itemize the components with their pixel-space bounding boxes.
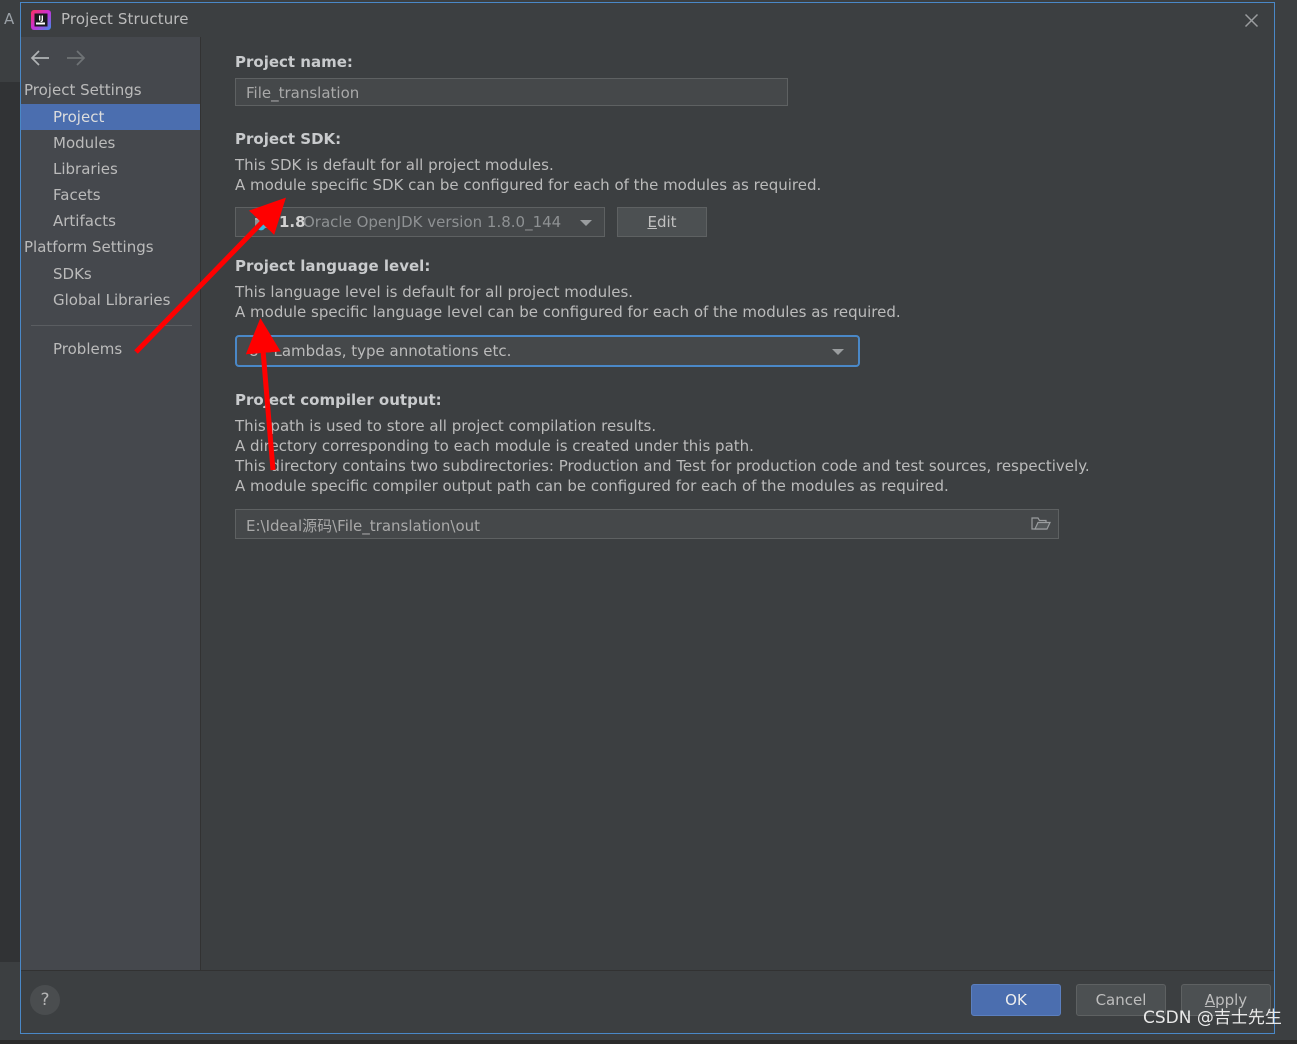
backdrop-panel: [0, 82, 20, 962]
forward-arrow-icon[interactable]: [62, 47, 88, 69]
folder-browse-icon[interactable]: [1030, 515, 1052, 533]
sidebar-item-libraries[interactable]: Libraries: [21, 156, 200, 182]
sidebar-item-sdks[interactable]: SDKs: [21, 261, 200, 287]
project-sdk-label: Project SDK:: [235, 130, 342, 148]
project-sdk-desc-line-1: This SDK is default for all project modu…: [235, 156, 554, 174]
compiler-output-field[interactable]: E:\Ideal源码\File_translation\out: [235, 509, 1059, 539]
jdk-folder-icon: [254, 214, 272, 232]
project-sdk-dropdown[interactable]: 1.8 Oracle OpenJDK version 1.8.0_144: [235, 207, 605, 237]
project-settings-panel: Project name: File_translation Project S…: [202, 37, 1274, 971]
project-sdk-version: 1.8: [279, 213, 306, 231]
close-icon[interactable]: [1236, 7, 1266, 33]
language-level-value: 8 - Lambdas, type annotations etc.: [249, 342, 512, 360]
intellij-idea-icon: IJ: [31, 10, 51, 30]
help-button[interactable]: ?: [30, 985, 60, 1015]
svg-text:IJ: IJ: [38, 15, 43, 23]
edit-sdk-button[interactable]: Edit: [617, 207, 707, 237]
edit-button-mnemonic: E: [647, 213, 657, 231]
project-sdk-description: Oracle OpenJDK version 1.8.0_144: [303, 213, 562, 231]
compiler-output-desc-line-1: This path is used to store all project c…: [235, 417, 657, 435]
backdrop-letter: A: [4, 10, 15, 28]
sidebar-item-modules[interactable]: Modules: [21, 130, 200, 156]
project-name-input[interactable]: File_translation: [235, 78, 788, 106]
sidebar-item-problems[interactable]: Problems: [21, 336, 200, 362]
sidebar-divider: [31, 325, 192, 326]
navigation-arrows: [21, 37, 200, 77]
sidebar-item-global-libraries[interactable]: Global Libraries: [21, 287, 200, 313]
project-sdk-row: 1.8 Oracle OpenJDK version 1.8.0_144 Edi…: [235, 207, 1274, 237]
language-level-label: Project language level:: [235, 257, 431, 275]
apply-button[interactable]: Apply: [1181, 984, 1271, 1016]
project-name-label: Project name:: [235, 53, 353, 71]
settings-sidebar: Project Settings Project Modules Librari…: [21, 37, 201, 971]
language-level-desc-line-2: A module specific language level can be …: [235, 303, 901, 321]
edit-button-rest: dit: [656, 213, 677, 231]
back-arrow-icon[interactable]: [28, 47, 54, 69]
ok-button[interactable]: OK: [971, 984, 1061, 1016]
compiler-output-path: E:\Ideal源码\File_translation\out: [246, 517, 481, 535]
compiler-output-desc-line-2: A directory corresponding to each module…: [235, 437, 754, 455]
compiler-output-desc-line-3: This directory contains two subdirectori…: [235, 457, 1090, 475]
apply-button-mnemonic: A: [1204, 991, 1216, 1009]
compiler-output-desc-line-4: A module specific compiler output path c…: [235, 477, 949, 495]
chevron-down-icon: [832, 349, 844, 355]
sidebar-group-project-settings: Project Settings: [24, 81, 142, 99]
project-structure-dialog: IJ Project Structure Project Settings Pr…: [20, 2, 1275, 1034]
dialog-footer: ? OK Cancel Apply: [21, 970, 1274, 1033]
project-sdk-desc-line-2: A module specific SDK can be configured …: [235, 176, 822, 194]
sidebar-group-platform-settings: Platform Settings: [24, 238, 154, 256]
sidebar-item-facets[interactable]: Facets: [21, 182, 200, 208]
compiler-output-label: Project compiler output:: [235, 391, 442, 409]
sidebar-item-project[interactable]: Project: [21, 104, 200, 130]
cancel-button[interactable]: Cancel: [1076, 984, 1166, 1016]
dialog-body: Project Settings Project Modules Librari…: [21, 37, 1274, 971]
sidebar-item-artifacts[interactable]: Artifacts: [21, 208, 200, 234]
dialog-titlebar: IJ Project Structure: [21, 3, 1274, 37]
language-level-desc-line-1: This language level is default for all p…: [235, 283, 634, 301]
dialog-title: Project Structure: [61, 10, 189, 28]
apply-button-rest: pply: [1215, 991, 1248, 1009]
language-level-dropdown[interactable]: 8 - Lambdas, type annotations etc.: [235, 335, 860, 367]
chevron-down-icon: [580, 220, 592, 226]
